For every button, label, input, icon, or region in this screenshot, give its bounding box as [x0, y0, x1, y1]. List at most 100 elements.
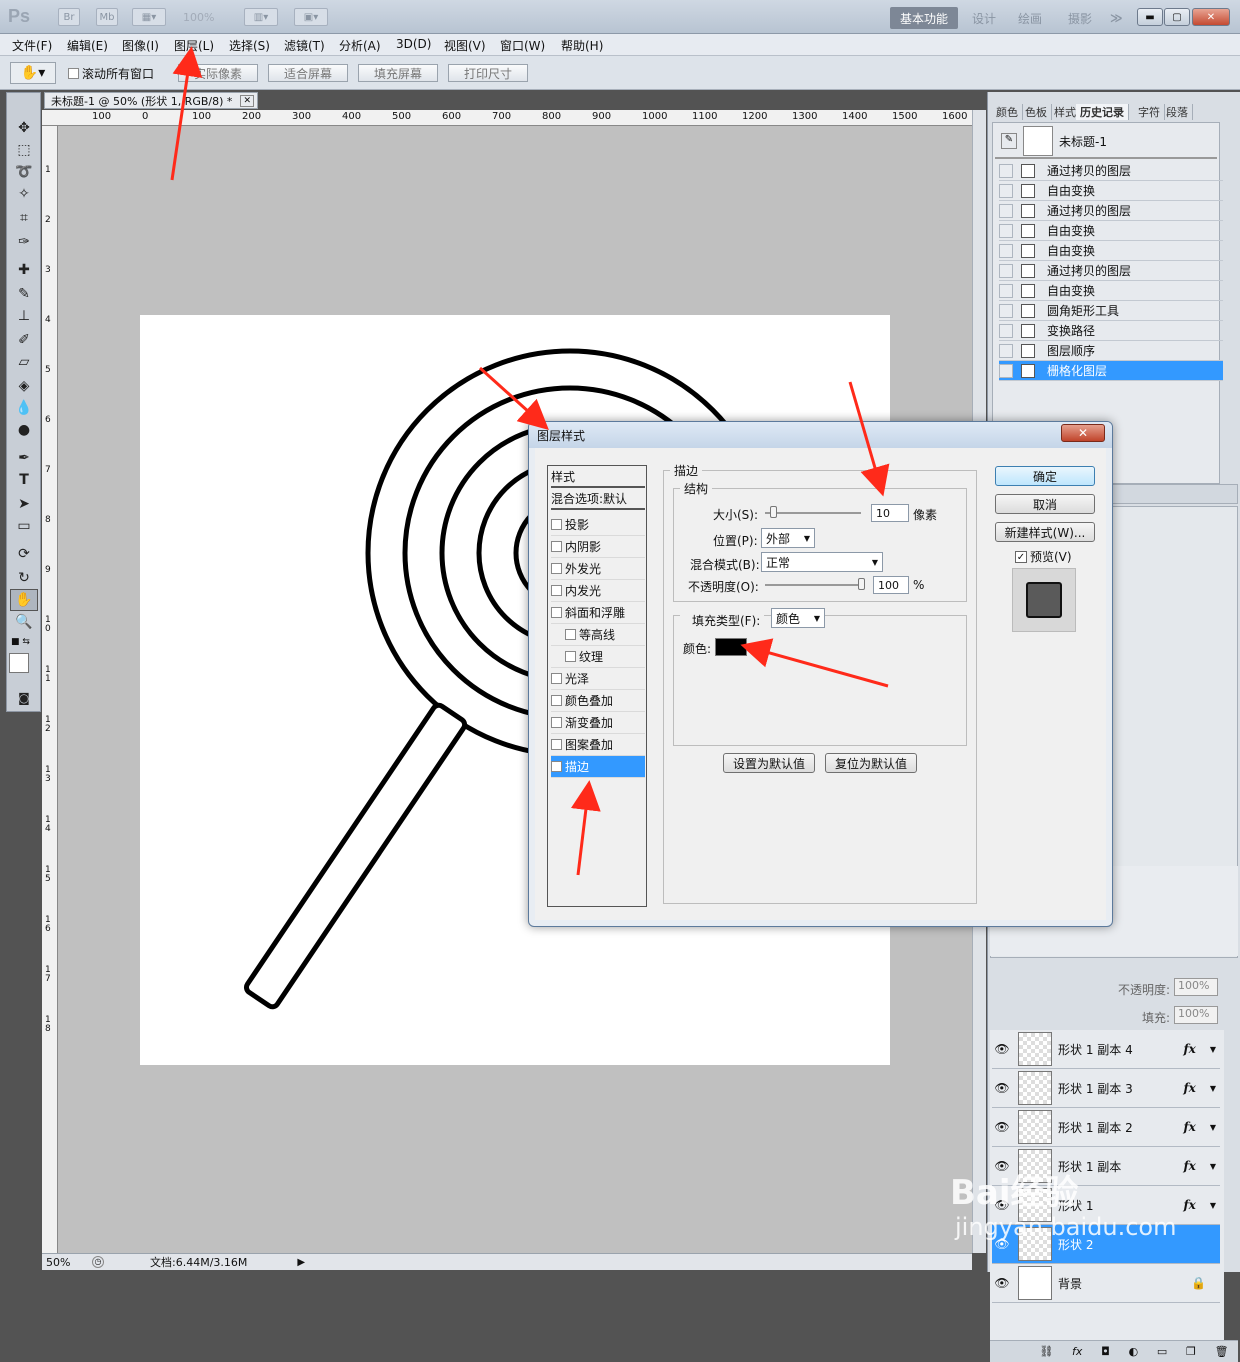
fx-icon[interactable]: fx	[1184, 1081, 1196, 1095]
history-item[interactable]: 自由变换	[999, 181, 1223, 201]
eye-icon[interactable]: 👁	[992, 1081, 1012, 1095]
eye-icon[interactable]: 👁	[992, 1276, 1012, 1290]
fill-input[interactable]: 100%	[1174, 1006, 1218, 1024]
arrange-documents-icon[interactable]: ▥▾	[244, 8, 278, 26]
zoom-level[interactable]: 50%	[46, 1256, 86, 1269]
ok-button[interactable]: 确定	[995, 466, 1095, 486]
style-item[interactable]: 投影	[551, 514, 645, 536]
view-extras-icon[interactable]: ▦▾	[132, 8, 166, 26]
workspace-photography[interactable]: 摄影	[1058, 7, 1102, 29]
clone-stamp-tool-icon[interactable]: ⊥	[10, 305, 38, 327]
style-item[interactable]: 纹理	[551, 646, 645, 668]
crop-tool-icon[interactable]: ⌗	[10, 207, 38, 229]
eraser-tool-icon[interactable]: ▱	[10, 351, 38, 373]
style-item[interactable]: 混合选项:默认	[551, 488, 645, 510]
chevron-down-icon[interactable]: ▼	[1210, 1201, 1216, 1210]
link-layers-icon[interactable]: ⛓	[1039, 1345, 1053, 1358]
style-item[interactable]: 颜色叠加	[551, 690, 645, 712]
history-item[interactable]: 栅格化图层	[999, 361, 1223, 381]
actual-pixels-button[interactable]: 实际像素	[178, 64, 258, 82]
3d-rotate-tool-icon[interactable]: ⟳	[10, 543, 38, 565]
new-group-icon[interactable]: ▭	[1157, 1345, 1167, 1358]
dodge-tool-icon[interactable]: ●	[10, 419, 38, 441]
style-checkbox[interactable]	[551, 563, 562, 574]
eye-icon[interactable]: 👁	[992, 1042, 1012, 1056]
history-source-checkbox[interactable]	[999, 183, 1013, 198]
opacity-slider[interactable]	[765, 584, 861, 586]
style-item[interactable]: 等高线	[551, 624, 645, 646]
blur-tool-icon[interactable]: 💧	[10, 397, 38, 419]
marquee-tool-icon[interactable]: ⬚	[10, 139, 38, 161]
paint-bucket-tool-icon[interactable]: ◈	[10, 375, 38, 397]
history-brush-tool-icon[interactable]: ✐	[10, 329, 38, 351]
size-input[interactable]: 10	[871, 504, 909, 522]
style-checkbox[interactable]	[551, 739, 562, 750]
workspace-painting[interactable]: 绘画	[1008, 7, 1052, 29]
history-source-checkbox[interactable]	[999, 343, 1013, 358]
eye-icon[interactable]: 👁	[992, 1120, 1012, 1134]
fit-screen-button[interactable]: 适合屏幕	[268, 64, 348, 82]
style-checkbox[interactable]	[551, 541, 562, 552]
chevron-down-icon[interactable]: ▼	[1210, 1045, 1216, 1054]
screen-mode-icon[interactable]: ▣▾	[294, 8, 328, 26]
history-source-checkbox[interactable]	[999, 323, 1013, 338]
status-info-icon[interactable]: ◷	[92, 1256, 104, 1268]
style-checkbox[interactable]	[551, 585, 562, 596]
style-item[interactable]: 内阴影	[551, 536, 645, 558]
size-slider[interactable]	[765, 512, 861, 514]
foreground-color-swatch[interactable]	[9, 653, 29, 673]
history-source-checkbox[interactable]	[999, 163, 1013, 178]
menu-select[interactable]: 选择(S)	[229, 37, 270, 54]
3d-orbit-tool-icon[interactable]: ↻	[10, 567, 38, 589]
dialog-title-bar[interactable]: 图层样式	[529, 422, 1112, 448]
reset-default-button[interactable]: 复位为默认值	[825, 753, 917, 773]
delete-layer-icon[interactable]: 🗑	[1215, 1345, 1229, 1358]
preview-checkbox[interactable]: ✓	[1015, 550, 1027, 563]
style-item[interactable]: 样式	[551, 466, 645, 488]
chevron-down-icon[interactable]: ▼	[1210, 1123, 1216, 1132]
eyedropper-tool-icon[interactable]: ✑	[10, 231, 38, 253]
tab-swatches[interactable]: 色板	[1021, 104, 1052, 120]
history-item[interactable]: 通过拷贝的图层	[999, 161, 1223, 181]
history-item[interactable]: 变换路径	[999, 321, 1223, 341]
style-checkbox[interactable]	[551, 519, 562, 530]
preview-toggle[interactable]: ✓ 预览(V)	[1015, 548, 1072, 565]
add-style-icon[interactable]: fx	[1072, 1345, 1082, 1358]
chevron-down-icon[interactable]: ▼	[1210, 1162, 1216, 1171]
quick-mask-icon[interactable]: ◙	[10, 687, 38, 709]
document-tab[interactable]: 未标题-1 @ 50% (形状 1, RGB/8) * ✕	[44, 92, 258, 109]
shape-tool-icon[interactable]: ▭	[10, 515, 38, 537]
style-item[interactable]: 图案叠加	[551, 734, 645, 756]
tab-color[interactable]: 颜色	[992, 104, 1023, 120]
style-checkbox[interactable]	[551, 717, 562, 728]
history-source-checkbox[interactable]	[999, 303, 1013, 318]
history-item[interactable]: 通过拷贝的图层	[999, 261, 1223, 281]
menu-view[interactable]: 视图(V)	[444, 37, 486, 54]
layer-row[interactable]: 👁 形状 1 副本 4 fx ▼	[992, 1030, 1220, 1069]
style-item[interactable]: 渐变叠加	[551, 712, 645, 734]
history-source-checkbox[interactable]	[999, 223, 1013, 238]
quick-select-tool-icon[interactable]: ✧	[10, 183, 38, 205]
new-style-button[interactable]: 新建样式(W)...	[995, 522, 1095, 542]
healing-brush-tool-icon[interactable]: ✚	[10, 259, 38, 281]
fx-icon[interactable]: fx	[1184, 1198, 1196, 1212]
hand-tool-preset-icon[interactable]: ✋▾	[10, 62, 56, 84]
tab-history[interactable]: 历史记录	[1076, 104, 1129, 120]
print-size-button[interactable]: 打印尺寸	[448, 64, 528, 82]
tab-paragraph[interactable]: 段落	[1162, 104, 1193, 120]
workspace-essentials[interactable]: 基本功能	[890, 7, 959, 29]
history-item[interactable]: 自由变换	[999, 281, 1223, 301]
blend-mode-select[interactable]: 正常 ▼	[761, 552, 883, 572]
stroke-color-swatch[interactable]	[715, 638, 747, 656]
menu-file[interactable]: 文件(F)	[12, 37, 52, 54]
history-source-checkbox[interactable]	[999, 243, 1013, 258]
adjustment-layer-icon[interactable]: ◐	[1129, 1345, 1139, 1358]
zoom-display[interactable]: 100%	[183, 11, 214, 24]
history-item[interactable]: 自由变换	[999, 241, 1223, 261]
cancel-button[interactable]: 取消	[995, 494, 1095, 514]
workspace-design[interactable]: 设计	[962, 7, 1006, 29]
size-slider-thumb[interactable]	[770, 506, 777, 518]
menu-edit[interactable]: 编辑(E)	[67, 37, 108, 54]
style-checkbox[interactable]	[551, 607, 562, 618]
history-source-checkbox[interactable]	[999, 263, 1013, 278]
